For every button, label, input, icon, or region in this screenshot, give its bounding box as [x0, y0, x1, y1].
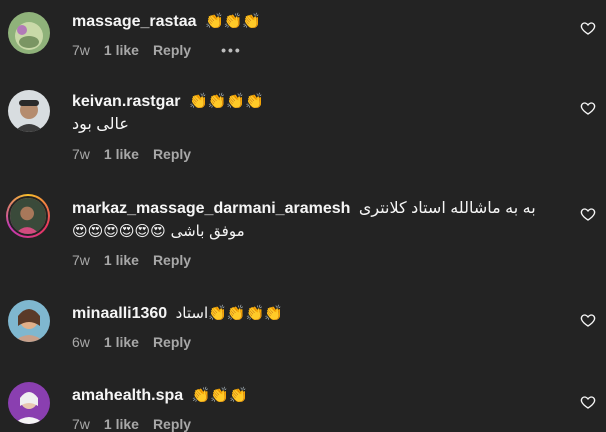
comment-line: massage_rastaa 👏👏👏	[72, 10, 566, 33]
reply-button[interactable]: Reply	[153, 146, 191, 162]
comment-time[interactable]: 7w	[72, 42, 90, 58]
reply-button[interactable]: Reply	[153, 252, 191, 268]
comment-username[interactable]: massage_rastaa	[72, 13, 197, 30]
likes-count[interactable]: 1 like	[104, 416, 139, 432]
avatar[interactable]	[6, 194, 50, 238]
comment-time[interactable]: 6w	[72, 334, 90, 350]
comment-time[interactable]: 7w	[72, 146, 90, 162]
comment-line: keivan.rastgar 👏👏👏👏	[72, 90, 566, 113]
comment-time[interactable]: 7w	[72, 252, 90, 268]
heart-icon[interactable]	[580, 312, 596, 328]
heart-icon[interactable]	[580, 394, 596, 410]
comment-text: 👏👏👏👏استاد	[175, 304, 283, 322]
avatar[interactable]	[8, 12, 50, 54]
comment-text-line2: موفق باشی 😍😍😍😍😍😍	[72, 222, 245, 240]
comment-line: minaalli1360 👏👏👏👏استاد	[72, 302, 566, 325]
heart-icon[interactable]	[580, 100, 596, 116]
likes-count[interactable]: 1 like	[104, 252, 139, 268]
heart-icon[interactable]	[580, 20, 596, 36]
avatar[interactable]	[8, 90, 50, 132]
likes-count[interactable]: 1 like	[104, 334, 139, 350]
comment-text-persian: عالی بود	[72, 116, 129, 133]
comment-line: markaz_massage_darmani_aramesh به به ماش…	[72, 198, 566, 220]
reply-button[interactable]: Reply	[153, 42, 191, 58]
likes-count[interactable]: 1 like	[104, 146, 139, 162]
reply-button[interactable]: Reply	[153, 416, 191, 432]
comment-meta: 7w 1 like Reply	[72, 252, 191, 268]
comment-line: amahealth.spa 👏👏👏	[72, 384, 566, 407]
comment-meta: 6w 1 like Reply	[72, 334, 191, 350]
comment-username[interactable]: keivan.rastgar	[72, 93, 181, 110]
comment-text: به به ماشالله استاد کلانتری	[358, 200, 536, 217]
comment-time[interactable]: 7w	[72, 416, 90, 432]
avatar-image	[8, 196, 48, 236]
comment-username[interactable]: markaz_massage_darmani_aramesh	[72, 200, 350, 217]
heart-icon[interactable]	[580, 206, 596, 222]
more-options-icon[interactable]: •••	[221, 42, 242, 58]
comment-meta: 7w 1 like Reply	[72, 146, 191, 162]
likes-count[interactable]: 1 like	[104, 42, 139, 58]
comment-username[interactable]: amahealth.spa	[72, 387, 183, 404]
comment-meta: 7w 1 like Reply	[72, 416, 191, 432]
avatar[interactable]	[8, 300, 50, 342]
comment-text: 👏👏👏	[205, 12, 262, 30]
avatar[interactable]	[8, 382, 50, 424]
comment-text: 👏👏👏	[191, 386, 248, 404]
comment-username[interactable]: minaalli1360	[72, 305, 167, 322]
comment-text: 👏👏👏👏	[188, 92, 264, 110]
reply-button[interactable]: Reply	[153, 334, 191, 350]
comment-meta: 7w 1 like Reply •••	[72, 42, 242, 58]
